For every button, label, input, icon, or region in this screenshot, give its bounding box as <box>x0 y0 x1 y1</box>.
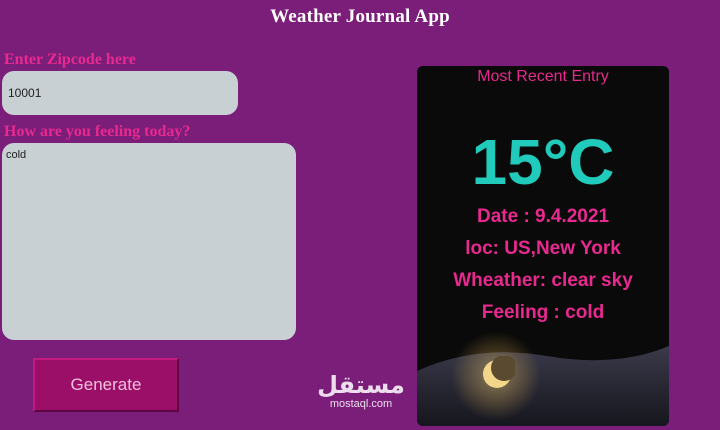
app-title: Weather Journal App <box>270 6 450 27</box>
entry-weather: Wheather: clear sky <box>453 270 633 291</box>
entry-date: Date : 9.4.2021 <box>476 206 610 227</box>
feeling-label: How are you feeling today? <box>4 123 191 140</box>
zipcode-label: Enter Zipcode here <box>4 51 136 68</box>
entry-feeling: Feeling : cold <box>481 302 605 323</box>
zipcode-input[interactable] <box>2 71 238 115</box>
temperature-value: 15°C <box>471 126 615 198</box>
recent-entry-card: Most Recent Entry 15°C Date : 9.4.2021 l… <box>417 66 669 426</box>
recent-entry-title: Most Recent Entry <box>477 68 609 85</box>
watermark-logo: مستقل mostaql.com <box>316 372 406 410</box>
generate-button[interactable]: Generate <box>33 358 179 412</box>
feeling-textarea[interactable]: cold <box>2 143 296 340</box>
watermark-latin: mostaql.com <box>329 398 393 410</box>
watermark-arabic: مستقل <box>317 371 405 399</box>
entry-location: loc: US,New York <box>465 238 621 259</box>
moon-icon <box>483 356 515 388</box>
